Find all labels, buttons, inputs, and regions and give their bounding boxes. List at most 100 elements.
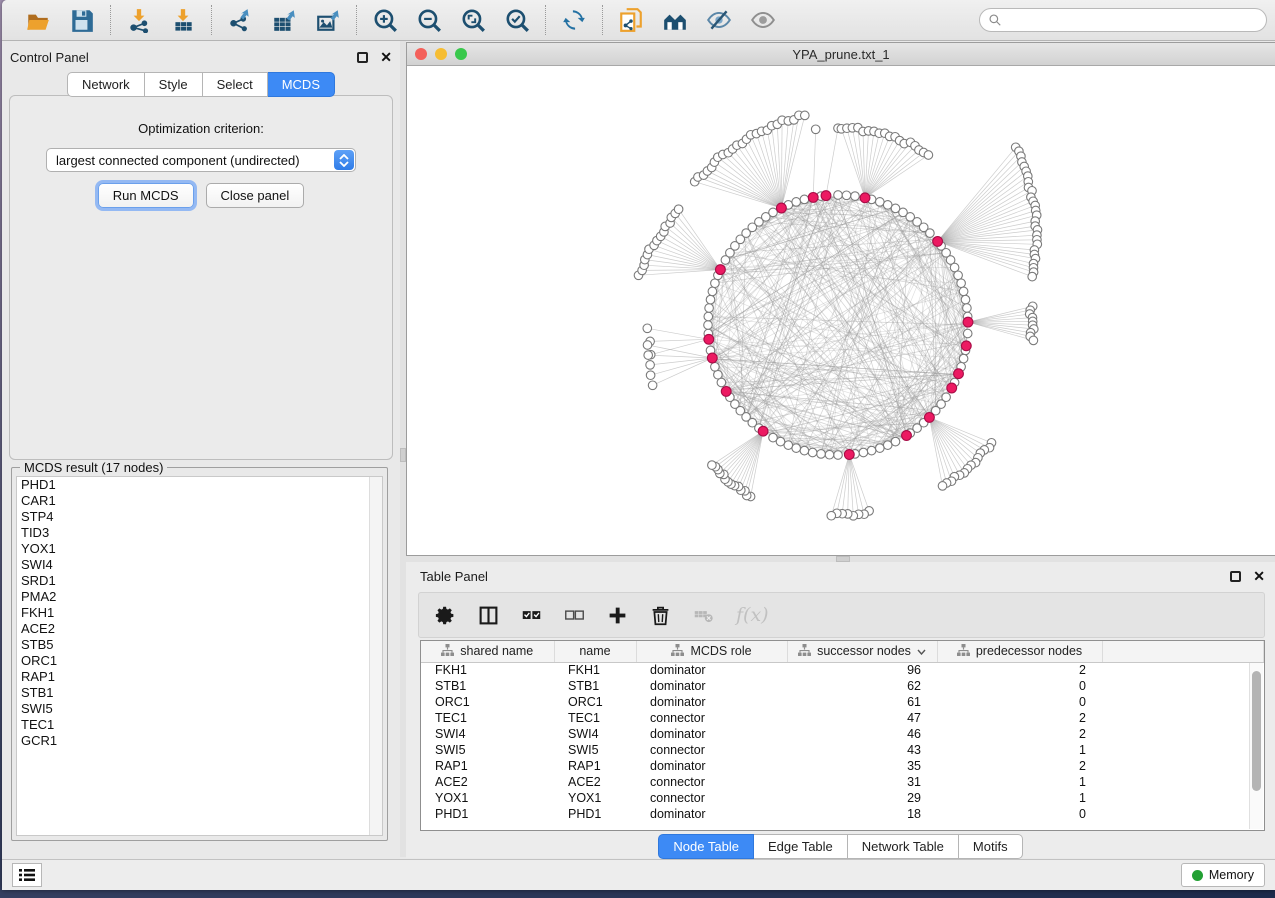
table-cell[interactable]: STB1: [421, 678, 554, 694]
tab-style[interactable]: Style: [145, 72, 203, 97]
ring-node[interactable]: [959, 287, 968, 296]
refresh-button[interactable]: [559, 5, 589, 35]
satellite-node[interactable]: [644, 351, 653, 360]
zoom-fit-button[interactable]: [458, 5, 488, 35]
satellite-node[interactable]: [708, 461, 717, 470]
table-cell[interactable]: dominator: [636, 806, 787, 822]
deselect-all-button[interactable]: [564, 605, 585, 626]
mcds-hub-node[interactable]: [902, 431, 912, 441]
table-row[interactable]: SWI4SWI4dominator462: [421, 726, 1264, 742]
table-cell[interactable]: 0: [937, 694, 1102, 710]
zoom-out-button[interactable]: [414, 5, 444, 35]
mcds-result-item[interactable]: GCR1: [17, 733, 382, 749]
table-cell[interactable]: 61: [787, 694, 937, 710]
ring-node[interactable]: [883, 441, 892, 450]
mcds-result-item[interactable]: ORC1: [17, 653, 382, 669]
ring-node[interactable]: [959, 354, 968, 363]
mcds-hub-node[interactable]: [947, 383, 957, 393]
mcds-hub-node[interactable]: [777, 203, 787, 213]
network-graph[interactable]: [407, 66, 1275, 555]
tab-node-table[interactable]: Node Table: [658, 834, 754, 859]
network-canvas[interactable]: [407, 66, 1275, 555]
table-row[interactable]: RAP1RAP1dominator352: [421, 758, 1264, 774]
export-table-button[interactable]: [269, 5, 299, 35]
mcds-hub-node[interactable]: [704, 334, 714, 344]
ring-node[interactable]: [704, 312, 713, 321]
ring-node[interactable]: [876, 444, 885, 453]
mcds-result-item[interactable]: FKH1: [17, 605, 382, 621]
ring-node[interactable]: [792, 444, 801, 453]
mcds-result-item[interactable]: SRD1: [17, 573, 382, 589]
mcds-result-item[interactable]: TID3: [17, 525, 382, 541]
ring-node[interactable]: [961, 295, 970, 304]
export-image-button[interactable]: [313, 5, 343, 35]
ring-node[interactable]: [800, 195, 809, 204]
mcds-hub-node[interactable]: [844, 450, 854, 460]
ring-node[interactable]: [963, 329, 972, 338]
table-cell[interactable]: dominator: [636, 678, 787, 694]
table-cell[interactable]: connector: [636, 742, 787, 758]
table-cell[interactable]: 2: [937, 662, 1102, 678]
import-network-button[interactable]: [124, 5, 154, 35]
delete-column-button[interactable]: [650, 605, 671, 626]
mcds-result-item[interactable]: SWI4: [17, 557, 382, 573]
satellite-node[interactable]: [1029, 336, 1038, 345]
close-icon[interactable]: ✕: [1253, 569, 1265, 583]
table-cell[interactable]: 1: [937, 742, 1102, 758]
table-row[interactable]: FKH1FKH1dominator962: [421, 662, 1264, 678]
memory-button[interactable]: Memory: [1181, 863, 1265, 887]
table-cell[interactable]: SWI4: [421, 726, 554, 742]
table-cell[interactable]: connector: [636, 790, 787, 806]
table-cell[interactable]: TEC1: [554, 710, 636, 726]
table-cell[interactable]: dominator: [636, 726, 787, 742]
table-cell[interactable]: SWI5: [421, 742, 554, 758]
table-row[interactable]: PHD1PHD1dominator180: [421, 806, 1264, 822]
mcds-hub-node[interactable]: [808, 193, 818, 203]
import-table-button[interactable]: [168, 5, 198, 35]
satellite-node[interactable]: [924, 151, 933, 160]
mcds-hub-node[interactable]: [716, 265, 726, 275]
table-cell[interactable]: RAP1: [421, 758, 554, 774]
table-row[interactable]: ORC1ORC1dominator610: [421, 694, 1264, 710]
table-cell[interactable]: 2: [937, 726, 1102, 742]
mcds-hub-node[interactable]: [954, 369, 964, 379]
table-row[interactable]: STB1STB1dominator620: [421, 678, 1264, 694]
zoom-selected-button[interactable]: [502, 5, 532, 35]
satellite-node[interactable]: [1028, 272, 1037, 281]
satellite-node[interactable]: [801, 111, 810, 120]
ring-node[interactable]: [714, 370, 723, 379]
mcds-result-item[interactable]: STP4: [17, 509, 382, 525]
mcds-hub-node[interactable]: [925, 413, 935, 423]
show-all-button[interactable]: [748, 5, 778, 35]
table-cell[interactable]: 43: [787, 742, 937, 758]
satellite-node[interactable]: [827, 511, 836, 520]
table-cell[interactable]: ACE2: [421, 774, 554, 790]
table-cell[interactable]: 46: [787, 726, 937, 742]
ring-node[interactable]: [769, 208, 778, 217]
column-header-MCDS-role[interactable]: MCDS role: [636, 641, 787, 662]
table-cell[interactable]: ORC1: [421, 694, 554, 710]
table-cell[interactable]: 96: [787, 662, 937, 678]
table-cell[interactable]: dominator: [636, 758, 787, 774]
table-row[interactable]: TEC1TEC1connector472: [421, 710, 1264, 726]
table-scrollbar[interactable]: [1249, 663, 1263, 829]
table-cell[interactable]: 2: [937, 758, 1102, 774]
table-cell[interactable]: 62: [787, 678, 937, 694]
ring-node[interactable]: [954, 271, 963, 280]
mcds-hub-node[interactable]: [821, 191, 831, 201]
ring-node[interactable]: [708, 287, 717, 296]
table-cell[interactable]: 29: [787, 790, 937, 806]
tab-network[interactable]: Network: [67, 72, 145, 97]
table-cell[interactable]: TEC1: [421, 710, 554, 726]
ring-node[interactable]: [792, 198, 801, 207]
mcds-hub-node[interactable]: [860, 193, 870, 203]
satellite-node[interactable]: [646, 371, 655, 380]
task-history-button[interactable]: [12, 863, 42, 887]
clone-network-button[interactable]: [616, 5, 646, 35]
optimization-select[interactable]: largest connected component (undirected): [46, 148, 356, 172]
table-cell[interactable]: YOX1: [554, 790, 636, 806]
mcds-result-item[interactable]: YOX1: [17, 541, 382, 557]
ring-node[interactable]: [957, 279, 966, 288]
mcds-list-scrollbar[interactable]: [369, 477, 382, 835]
tab-edge-table[interactable]: Edge Table: [754, 834, 848, 859]
